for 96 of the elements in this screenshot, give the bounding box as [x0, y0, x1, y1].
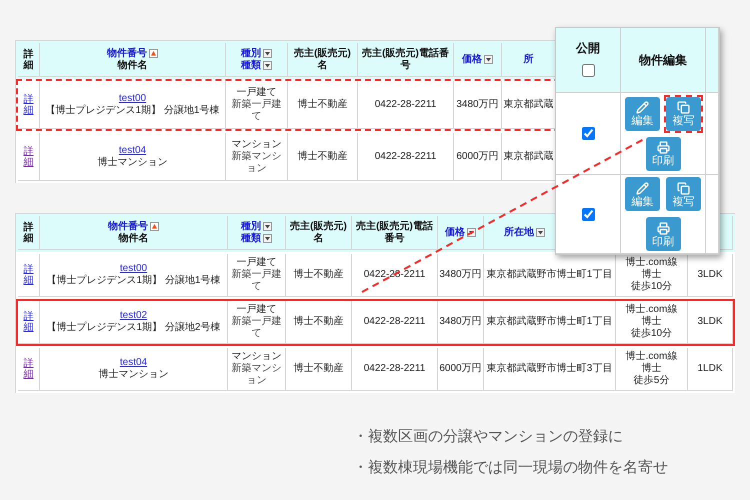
column-header: 詳細 — [24, 222, 34, 244]
publish-checkbox[interactable] — [582, 127, 595, 140]
price: 3480万円 — [439, 316, 482, 328]
pencil-icon — [636, 101, 649, 114]
copy-icon — [677, 101, 690, 114]
publish-checkbox[interactable] — [582, 208, 595, 220]
dropdown-icon[interactable] — [484, 55, 493, 64]
property-type: マンション — [232, 138, 282, 150]
phone-number: 0422-28-2211 — [364, 269, 426, 281]
price: 6000万円 — [439, 363, 482, 375]
column-header: 物件名 — [118, 232, 148, 244]
access-text: 徒歩10分 — [630, 281, 672, 293]
phone-number: 0422-28-2211 — [364, 316, 426, 328]
address: 東京都武蔵野市博士町1丁目 — [486, 316, 612, 328]
sort-ascending-icon[interactable] — [150, 222, 159, 231]
sort-link[interactable]: 物件番号 — [108, 220, 148, 232]
address: 東京都武蔵野市博士町1丁目 — [486, 269, 612, 281]
column-header: 物件編集 — [639, 52, 687, 68]
sort-link[interactable]: 所在地 — [504, 226, 534, 238]
property-subtype: 新築マンション — [230, 150, 282, 174]
copy-icon — [677, 182, 690, 194]
access-text: 博士 — [642, 269, 662, 280]
printer-icon — [656, 141, 670, 154]
property-type: 一戸建て — [236, 86, 276, 98]
dropdown-icon[interactable] — [263, 222, 272, 231]
price: 3480万円 — [456, 98, 499, 110]
sort-link[interactable]: 価格 — [462, 54, 482, 66]
address: 東京都武蔵野市博士町3丁目 — [486, 363, 612, 375]
price: 3480万円 — [439, 269, 482, 281]
property-number-link[interactable]: test00 — [118, 92, 146, 104]
seller-name: 博士不動産 — [294, 316, 344, 328]
sort-link[interactable]: 価格 — [445, 226, 465, 238]
feature-note: ・複数区画の分譲やマンションの登録に — [353, 427, 624, 446]
floor-plan: 3LDK — [697, 269, 722, 281]
property-type: 一戸建て — [236, 304, 276, 316]
sort-link[interactable]: 種別 — [241, 48, 261, 60]
property-name: 【博士プレジデンス1期】 分譲地1号棟 — [46, 104, 220, 116]
detail-link[interactable]: 詳細 — [24, 311, 34, 333]
address: 東京都武蔵 — [504, 150, 554, 162]
property-number-link[interactable]: test02 — [120, 310, 148, 322]
access-text: 博士 — [642, 363, 662, 374]
select-all-checkbox[interactable] — [582, 64, 595, 77]
access-text: 博士.com線 — [626, 304, 678, 316]
property-number-link[interactable]: test04 — [118, 144, 146, 156]
dropdown-icon[interactable] — [536, 228, 545, 237]
column-header: 物件名 — [118, 60, 148, 72]
sort-link[interactable]: 所 — [524, 54, 534, 66]
phone-number: 0422-28-2211 — [364, 363, 426, 375]
pencil-icon — [636, 182, 649, 194]
sort-link[interactable]: 種別 — [241, 220, 261, 232]
detail-link[interactable]: 詳細 — [24, 264, 34, 286]
floor-plan: 3LDK — [697, 316, 722, 328]
sort-link[interactable]: 種類 — [241, 232, 261, 244]
column-header: 売主(販売元)名 — [289, 220, 348, 244]
phone-number: 0422-28-2211 — [374, 150, 436, 162]
property-name: 博士マンション — [98, 156, 168, 168]
seller-name: 博士不動産 — [294, 269, 344, 281]
property-number-link[interactable]: test00 — [120, 263, 148, 275]
price: 6000万円 — [456, 150, 499, 162]
sort-link[interactable]: 種類 — [241, 60, 261, 72]
phone-number: 0422-28-2211 — [374, 98, 436, 110]
column-header: 売主(販売元)電話番号 — [355, 220, 434, 244]
column-header: 売主(販売元)電話番号 — [361, 48, 450, 72]
property-type: マンション — [232, 351, 282, 362]
dropdown-icon[interactable] — [263, 234, 272, 243]
access-text: 博士.com線 — [626, 351, 678, 362]
sort-link[interactable]: 物件番号 — [107, 48, 147, 60]
dropdown-icon[interactable] — [263, 49, 272, 58]
detail-link[interactable]: 詳細 — [24, 358, 34, 380]
property-subtype: 新築一戸建て — [230, 316, 282, 340]
property-name: 【博士プレジデンス1期】 分譲地2号棟 — [46, 322, 220, 334]
seller-name: 博士不動産 — [298, 98, 348, 110]
property-type: 一戸建て — [236, 257, 276, 268]
column-header: 公開 — [576, 40, 600, 57]
property-number-link[interactable]: test04 — [120, 357, 148, 369]
dropdown-icon[interactable] — [263, 61, 272, 70]
access-text: 徒歩10分 — [630, 328, 672, 340]
seller-name: 博士不動産 — [298, 150, 348, 162]
property-subtype: 新築一戸建て — [230, 269, 282, 293]
detail-link[interactable]: 詳細 — [24, 94, 34, 116]
detail-link[interactable]: 詳細 — [24, 146, 34, 168]
property-name: 【博士プレジデンス1期】 分譲地1号棟 — [46, 275, 220, 287]
access-text: 徒歩5分 — [634, 375, 670, 387]
printer-icon — [656, 222, 670, 234]
property-name: 博士マンション — [98, 369, 168, 381]
property-subtype: 新築一戸建て — [230, 98, 282, 122]
floor-plan: 1LDK — [697, 363, 722, 375]
access-text: 博士 — [642, 316, 662, 328]
seller-name: 博士不動産 — [294, 363, 344, 375]
access-text: 博士.com線 — [626, 257, 678, 268]
column-header: 売主(販売元)名 — [293, 48, 352, 72]
property-subtype: 新築マンション — [230, 363, 282, 387]
sort-ascending-icon[interactable] — [149, 49, 158, 58]
feature-note: ・複数棟現場機能では同一現場の物件を名寄せ — [353, 458, 669, 477]
column-header: 詳細 — [24, 48, 34, 70]
address: 東京都武蔵 — [504, 98, 554, 110]
